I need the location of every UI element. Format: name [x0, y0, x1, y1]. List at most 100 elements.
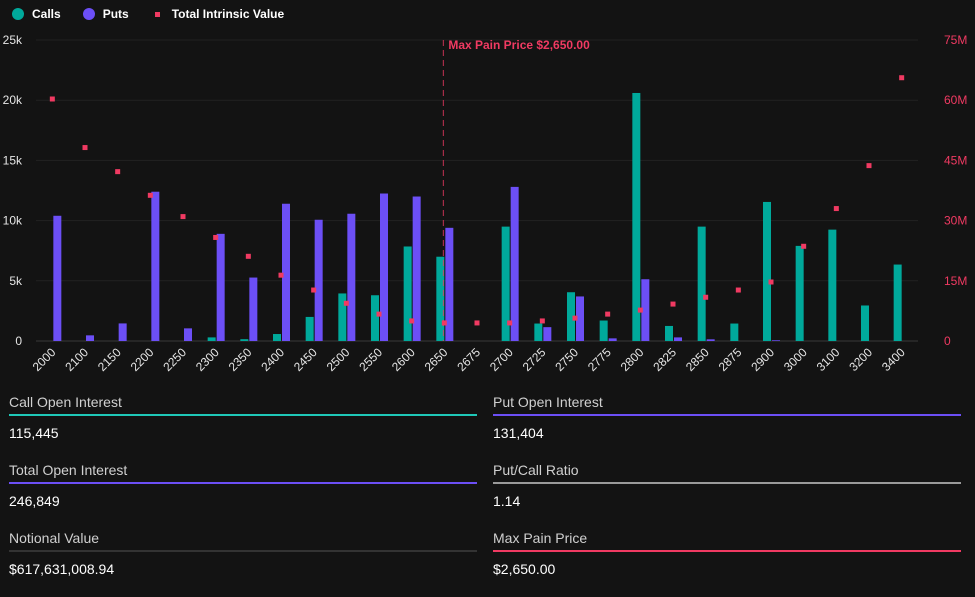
calls-bar [403, 246, 412, 341]
x-tick-label: 2900 [748, 345, 777, 374]
calls-bar [599, 320, 608, 341]
intrinsic-value-point [441, 320, 447, 326]
stat-underline [493, 550, 961, 552]
stat-call-open-interest: Call Open Interest 115,445 [9, 393, 477, 461]
calls-bar [338, 293, 347, 341]
legend-calls[interactable]: Calls [12, 7, 61, 21]
stat-label: Call Open Interest [9, 394, 122, 410]
intrinsic-value-point [735, 287, 741, 293]
stat-underline [493, 482, 961, 484]
x-tick-label: 3100 [814, 345, 843, 374]
y-left-tick-label: 5k [9, 274, 23, 288]
stat-value: 115,445 [9, 425, 59, 441]
puts-bar [86, 335, 94, 341]
x-tick-label: 2775 [585, 345, 614, 374]
intrinsic-value-point [866, 163, 872, 169]
puts-bar [249, 277, 258, 341]
puts-bar [347, 213, 356, 341]
puts-bar [151, 191, 160, 341]
intrinsic-value-point [833, 206, 839, 212]
x-tick-label: 3200 [846, 345, 875, 374]
x-tick-label: 2550 [356, 345, 385, 374]
intrinsic-value-point [82, 145, 88, 151]
x-tick-label: 2650 [422, 345, 451, 374]
puts-bar [772, 340, 780, 341]
intrinsic-value-point [507, 320, 513, 326]
puts-bar [118, 323, 127, 341]
puts-bar [608, 338, 617, 341]
x-tick-label: 2750 [552, 345, 581, 374]
x-tick-label: 2725 [520, 345, 549, 374]
stat-total-open-interest: Total Open Interest 246,849 [9, 461, 477, 529]
intrinsic-value-point [703, 294, 709, 300]
y-left-tick-label: 10k [3, 214, 23, 228]
x-tick-label: 2700 [487, 345, 516, 374]
calls-bar [632, 92, 641, 341]
intrinsic-value-point [409, 318, 415, 324]
calls-bar [273, 334, 281, 341]
intrinsic-value-point [539, 318, 545, 324]
stat-underline [493, 414, 961, 416]
puts-bar [706, 339, 715, 341]
x-tick-label: 2500 [324, 345, 353, 374]
y-left-tick-label: 25k [3, 33, 23, 47]
x-tick-label: 2450 [291, 345, 320, 374]
intrinsic-value-point [376, 311, 382, 317]
stat-value: 131,404 [493, 425, 544, 441]
puts-bar [510, 186, 519, 341]
stat-value: $617,631,008.94 [9, 561, 115, 577]
x-tick-label: 3000 [781, 345, 810, 374]
intrinsic-value-point [115, 169, 121, 175]
stat-notional-value: Notional Value $617,631,008.94 [9, 529, 477, 597]
y-right-tick-label: 0 [944, 334, 951, 348]
stat-value: 246,849 [9, 493, 60, 509]
intrinsic-value-point [147, 192, 153, 198]
intrinsic-value-point [768, 279, 774, 285]
intrinsic-value-point [49, 96, 55, 102]
x-tick-label: 2250 [160, 345, 189, 374]
x-tick-label: 2200 [128, 345, 157, 374]
intrinsic-value-point [213, 234, 219, 240]
chart-legend: Calls Puts Total Intrinsic Value [12, 7, 306, 21]
intrinsic-value-point [801, 243, 807, 249]
calls-bar [763, 201, 771, 341]
puts-bar [314, 219, 323, 341]
intrinsic-value-point [311, 287, 317, 293]
puts-bar [53, 215, 62, 341]
puts-bar [380, 193, 388, 341]
intrinsic-value-point [670, 301, 676, 307]
legend-intrinsic[interactable]: Total Intrinsic Value [151, 7, 284, 21]
intrinsic-value-point [245, 253, 251, 259]
x-tick-label: 2000 [30, 345, 59, 374]
stat-label: Max Pain Price [493, 530, 588, 546]
x-tick-label: 2825 [650, 345, 679, 374]
x-tick-label: 2400 [258, 345, 287, 374]
calls-swatch-icon [12, 8, 24, 20]
calls-bar [730, 323, 739, 341]
intrinsic-value-point [343, 300, 349, 306]
stat-max-pain-price: Max Pain Price $2,650.00 [493, 529, 961, 597]
legend-intrinsic-label: Total Intrinsic Value [171, 7, 285, 21]
x-tick-label: 3400 [879, 345, 908, 374]
x-tick-label: 2600 [389, 345, 418, 374]
y-right-tick-label: 75M [944, 33, 967, 47]
y-left-tick-label: 20k [3, 93, 23, 107]
x-tick-label: 2675 [454, 345, 483, 374]
stat-put-call-ratio: Put/Call Ratio 1.14 [493, 461, 961, 529]
puts-bar [674, 337, 682, 341]
x-tick-label: 2800 [618, 345, 647, 374]
intrinsic-value-point [605, 311, 611, 317]
calls-bar [665, 325, 673, 341]
stat-underline [9, 550, 477, 552]
stats-panel: Call Open Interest 115,445 Put Open Inte… [9, 393, 961, 597]
y-left-tick-label: 15k [3, 153, 23, 167]
puts-swatch-icon [82, 8, 95, 20]
stat-label: Put/Call Ratio [493, 462, 579, 478]
calls-bar [305, 316, 314, 341]
stat-put-open-interest: Put Open Interest 131,404 [493, 393, 961, 461]
calls-bar [371, 295, 379, 341]
puts-bar [216, 233, 225, 341]
legend-puts[interactable]: Puts [82, 7, 129, 21]
x-tick-label: 2300 [193, 345, 222, 374]
calls-bar [534, 323, 543, 341]
